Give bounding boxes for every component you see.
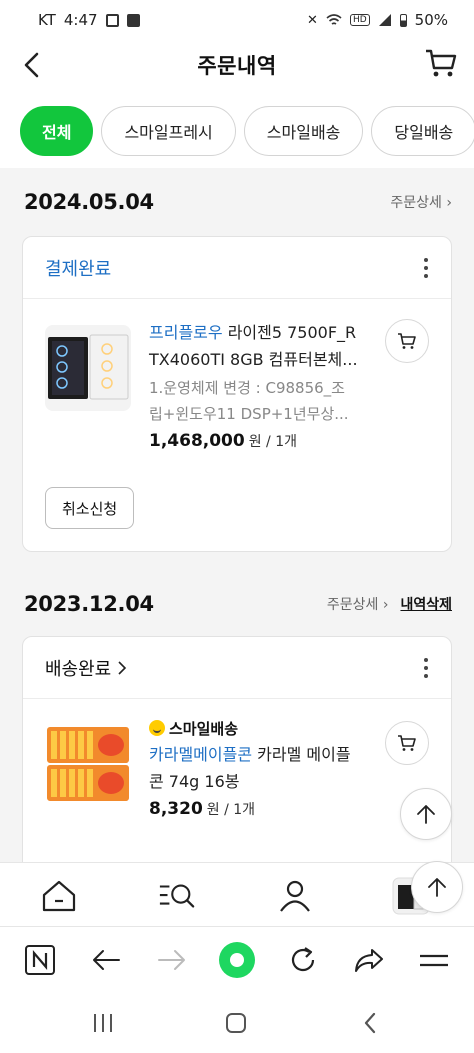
smile-delivery-label: 스마일배송	[169, 719, 239, 738]
add-to-cart-button[interactable]	[385, 721, 429, 765]
browser-share-button[interactable]	[349, 940, 389, 980]
cancel-request-button[interactable]: 취소신청	[45, 487, 135, 529]
browser-refresh-button[interactable]	[283, 940, 323, 980]
browser-menu-button[interactable]	[414, 940, 454, 980]
order-list[interactable]: 2024.05.04 주문상세 › 결제완료 프리플로우 라이젠5 7500F_…	[0, 168, 474, 862]
product-thumbnail[interactable]	[45, 721, 131, 807]
browser-forward-button[interactable]	[152, 940, 192, 980]
system-nav-bar	[0, 990, 474, 1053]
page-title: 주문내역	[197, 54, 277, 78]
order-date: 2023.12.04	[24, 592, 154, 616]
order-date-row: 2024.05.04 주문상세 ›	[24, 190, 452, 214]
category-search-nav-button[interactable]	[158, 877, 196, 915]
product-price: 8,320	[149, 799, 203, 819]
cart-add-icon	[398, 333, 416, 349]
status-bar: KT 4:47 ✕ HD 50%	[0, 0, 474, 40]
product-name[interactable]: 카라멜메이플콘 카라멜 메이플 콘 74g 16봉	[149, 741, 373, 795]
hd-icon: HD	[349, 14, 370, 26]
order-detail-link[interactable]: 주문상세 ›	[327, 594, 389, 614]
smile-logo-icon	[149, 720, 165, 736]
product-option: 1.운영체제 변경 : C98856_조 립+윈도우11 DSP+1년무상...	[149, 375, 373, 427]
system-back-button[interactable]	[355, 1008, 385, 1038]
browser-toolbar	[0, 926, 474, 990]
browser-green-dot-button[interactable]	[217, 940, 257, 980]
product-option-line1: 1.운영체제 변경 : C98856_조	[149, 379, 345, 397]
tab-smile-delivery[interactable]: 스마일배송	[243, 106, 364, 156]
smile-delivery-badge: 스마일배송	[149, 717, 373, 739]
product-name[interactable]: 프리플로우 라이젠5 7500F_R TX4060TI 8GB 컴퓨터본체...	[149, 319, 373, 373]
gallery-notification-icon	[105, 13, 119, 27]
green-dot-icon	[219, 942, 255, 978]
clock: 4:47	[63, 11, 98, 29]
order-card: 결제완료 프리플로우 라이젠5 7500F_R TX4060TI 8GB 컴퓨터…	[22, 236, 452, 552]
more-options-icon[interactable]	[421, 257, 431, 278]
share-icon	[355, 949, 383, 972]
naver-n-icon	[25, 945, 55, 975]
menu-search-icon	[159, 884, 195, 908]
price-unit: 원 / 1개	[206, 802, 256, 818]
scroll-top-button-secondary[interactable]	[411, 861, 463, 913]
order-detail-link[interactable]: 주문상세 ›	[390, 192, 452, 212]
carrier-label: KT	[38, 11, 56, 29]
arrow-up-icon	[428, 878, 446, 897]
recent-apps-icon	[94, 1014, 112, 1032]
my-page-nav-button[interactable]	[276, 877, 314, 915]
page-header: 주문내역	[0, 40, 474, 90]
signal-icon	[378, 14, 391, 26]
recent-apps-button[interactable]	[88, 1008, 118, 1038]
product-name-line2: TX4060TI 8GB 컴퓨터본체...	[149, 350, 358, 369]
chevron-right-icon	[118, 660, 127, 675]
back-arrow-icon[interactable]	[18, 50, 48, 80]
filter-tabs: 전체 스마일프레시 스마일배송 당일배송	[20, 106, 474, 156]
home-nav-button[interactable]	[40, 877, 78, 915]
product-thumbnail[interactable]	[45, 325, 131, 411]
more-options-icon[interactable]	[421, 657, 431, 678]
tab-smile-fresh[interactable]: 스마일프레시	[101, 106, 236, 156]
order-status-label: 배송완료	[45, 658, 112, 680]
wifi-icon	[326, 14, 342, 25]
product-brand: 카라멜메이플콘	[149, 745, 253, 764]
chevron-left-icon	[364, 1012, 376, 1034]
tab-all[interactable]: 전체	[20, 106, 94, 156]
product-price-row: 8,320 원 / 1개	[149, 799, 373, 819]
order-date: 2024.05.04	[24, 190, 154, 214]
product-option-line2: 립+윈도우11 DSP+1년무상...	[149, 405, 349, 423]
product-name-line1: 라이젠5 7500F_R	[222, 323, 357, 342]
user-icon	[280, 880, 310, 912]
app-bottom-nav	[0, 861, 474, 926]
hamburger-icon	[420, 954, 448, 967]
mute-icon: ✕	[307, 12, 318, 28]
order-status[interactable]: 배송완료	[45, 655, 127, 681]
add-to-cart-button[interactable]	[385, 319, 429, 363]
browser-back-button[interactable]	[86, 940, 126, 980]
order-card: 배송완료 스마일배송 카라멜메이플콘 카라멜 메이플 콘 74g 16봉 8,3…	[22, 636, 452, 862]
battery-icon	[399, 13, 407, 27]
scroll-top-button[interactable]	[400, 788, 452, 840]
tab-same-day[interactable]: 당일배송	[371, 106, 474, 156]
home-square-icon	[226, 1013, 246, 1033]
home-icon	[42, 880, 76, 912]
cart-add-icon	[398, 735, 416, 751]
arrow-left-icon	[93, 950, 120, 970]
order-date-row: 2023.12.04 주문상세 › 내역삭제	[24, 592, 452, 616]
refresh-icon	[291, 947, 315, 972]
home-button[interactable]	[221, 1008, 251, 1038]
check-notification-icon	[126, 13, 140, 27]
price-unit: 원 / 1개	[248, 434, 298, 450]
arrow-right-icon	[158, 950, 185, 970]
product-price-row: 1,468,000 원 / 1개	[149, 431, 373, 451]
product-brand: 프리플로우	[149, 323, 223, 342]
product-name-line2: 콘 74g 16봉	[149, 772, 240, 791]
delete-history-link[interactable]: 내역삭제	[400, 594, 452, 614]
product-name-line1: 카라멜 메이플	[252, 745, 351, 764]
battery-level: 50%	[414, 11, 448, 29]
order-status: 결제완료	[45, 258, 112, 280]
arrow-up-icon	[417, 805, 435, 824]
product-price: 1,468,000	[149, 431, 245, 451]
naver-home-button[interactable]	[20, 940, 60, 980]
cart-icon[interactable]	[424, 46, 458, 80]
